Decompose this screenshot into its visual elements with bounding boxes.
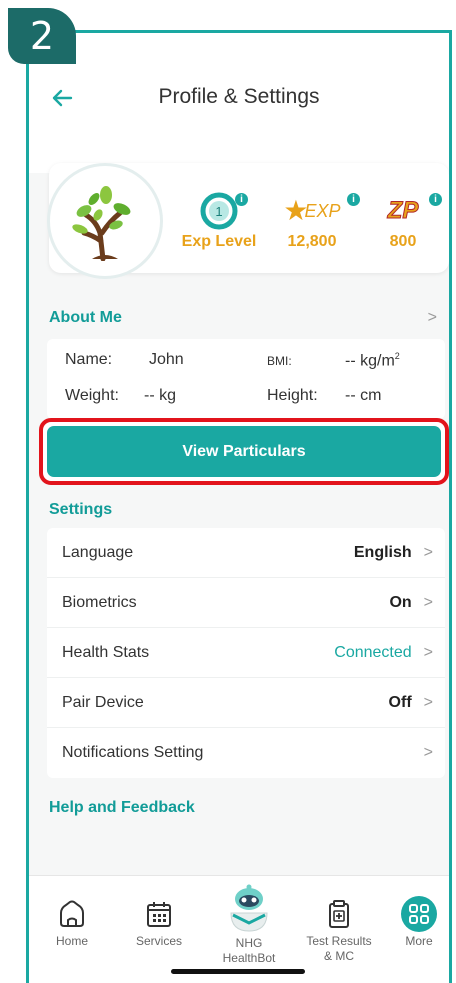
- tab-label: Services: [135, 934, 182, 948]
- chevron-right-icon: >: [423, 744, 433, 761]
- setting-value: On: [389, 593, 412, 611]
- name-value: John: [149, 351, 184, 368]
- exp-icon-text: EXP: [304, 200, 341, 221]
- top-bar: Profile & Settings: [29, 33, 449, 173]
- about-me-chevron-icon[interactable]: >: [428, 309, 437, 327]
- setting-value: Connected: [334, 643, 412, 661]
- calendar-icon: [147, 902, 171, 927]
- tab-healthbot[interactable]: NHG HealthBot: [209, 882, 289, 966]
- chevron-right-icon: >: [423, 543, 433, 561]
- setting-label: Health Stats: [62, 643, 150, 661]
- tab-label: More: [405, 934, 433, 948]
- exp-value: 12,800: [287, 233, 337, 250]
- view-particulars-highlight: View Particulars: [39, 418, 449, 485]
- setting-label: Pair Device: [62, 693, 144, 711]
- zp-value: 800: [389, 233, 417, 250]
- level-badge-icon: 1: [200, 192, 238, 230]
- setting-notifications[interactable]: Notifications Setting >: [47, 728, 445, 778]
- setting-health-stats[interactable]: Health Stats Connected >: [47, 628, 445, 678]
- chevron-right-icon: >: [423, 643, 433, 661]
- exp-level-stat[interactable]: 1 i Exp Level: [175, 191, 263, 251]
- phone-screen: Profile & Settings 1 i Exp Level ★ EXP i…: [26, 30, 452, 983]
- clipboard-icon: [329, 900, 349, 928]
- setting-pair-device[interactable]: Pair Device Off >: [47, 678, 445, 728]
- setting-value: English: [353, 543, 412, 561]
- bottom-tab-bar: Home Services NHG HealthBot Test Results…: [29, 875, 449, 983]
- tab-label: Home: [55, 934, 88, 948]
- exp-level-label: Exp Level: [181, 233, 257, 250]
- tab-label: NHG HealthBot: [222, 936, 276, 965]
- help-feedback-title[interactable]: Help and Feedback: [49, 799, 195, 817]
- setting-label: Language: [62, 543, 134, 561]
- setting-label: Biometrics: [62, 593, 137, 611]
- grid-icon: [401, 896, 437, 932]
- chevron-right-icon: >: [423, 593, 433, 611]
- weight-label: Weight:: [65, 387, 119, 404]
- page-title: Profile & Settings: [158, 85, 320, 108]
- settings-list: Language English > Biometrics On > Healt…: [47, 528, 445, 778]
- tab-label: Test Results & MC: [306, 934, 372, 963]
- zp-icon: ZP: [387, 197, 419, 225]
- weight-value: -- kg: [144, 387, 176, 404]
- view-particulars-button[interactable]: View Particulars: [47, 426, 441, 477]
- healthbot-icon: [230, 884, 268, 932]
- height-label: Height:: [267, 387, 318, 404]
- about-me-card: Name: John BMI: -- kg/m2 Weight: -- kg H…: [47, 339, 445, 419]
- tab-services[interactable]: Services: [119, 894, 199, 948]
- home-indicator[interactable]: [171, 969, 305, 974]
- bmi-value: -- kg/m2: [345, 351, 400, 370]
- setting-label: Notifications Setting: [62, 744, 204, 761]
- avatar[interactable]: [47, 163, 163, 279]
- settings-title: Settings: [49, 501, 113, 518]
- exp-points-stat[interactable]: ★ EXP i 12,800: [269, 191, 360, 251]
- name-label: Name:: [65, 351, 113, 368]
- bmi-label: BMI:: [267, 354, 292, 368]
- about-me-title: About Me: [49, 309, 122, 326]
- zp-stat[interactable]: ZP i 800: [373, 191, 442, 251]
- info-icon[interactable]: i: [235, 193, 248, 206]
- chevron-right-icon: >: [423, 693, 433, 711]
- home-icon: [60, 900, 84, 927]
- info-icon[interactable]: i: [347, 193, 360, 206]
- setting-value: Off: [388, 693, 412, 711]
- tree-avatar-icon: [72, 186, 131, 261]
- setting-language[interactable]: Language English >: [47, 528, 445, 578]
- setting-biometrics[interactable]: Biometrics On >: [47, 578, 445, 628]
- height-value: -- cm: [345, 387, 382, 404]
- tab-home[interactable]: Home: [32, 894, 112, 948]
- info-icon[interactable]: i: [429, 193, 442, 206]
- step-number-badge: 2: [8, 8, 76, 64]
- tab-test-results[interactable]: Test Results & MC: [299, 894, 379, 964]
- tab-more[interactable]: More: [379, 894, 449, 948]
- svg-text:1: 1: [215, 204, 222, 219]
